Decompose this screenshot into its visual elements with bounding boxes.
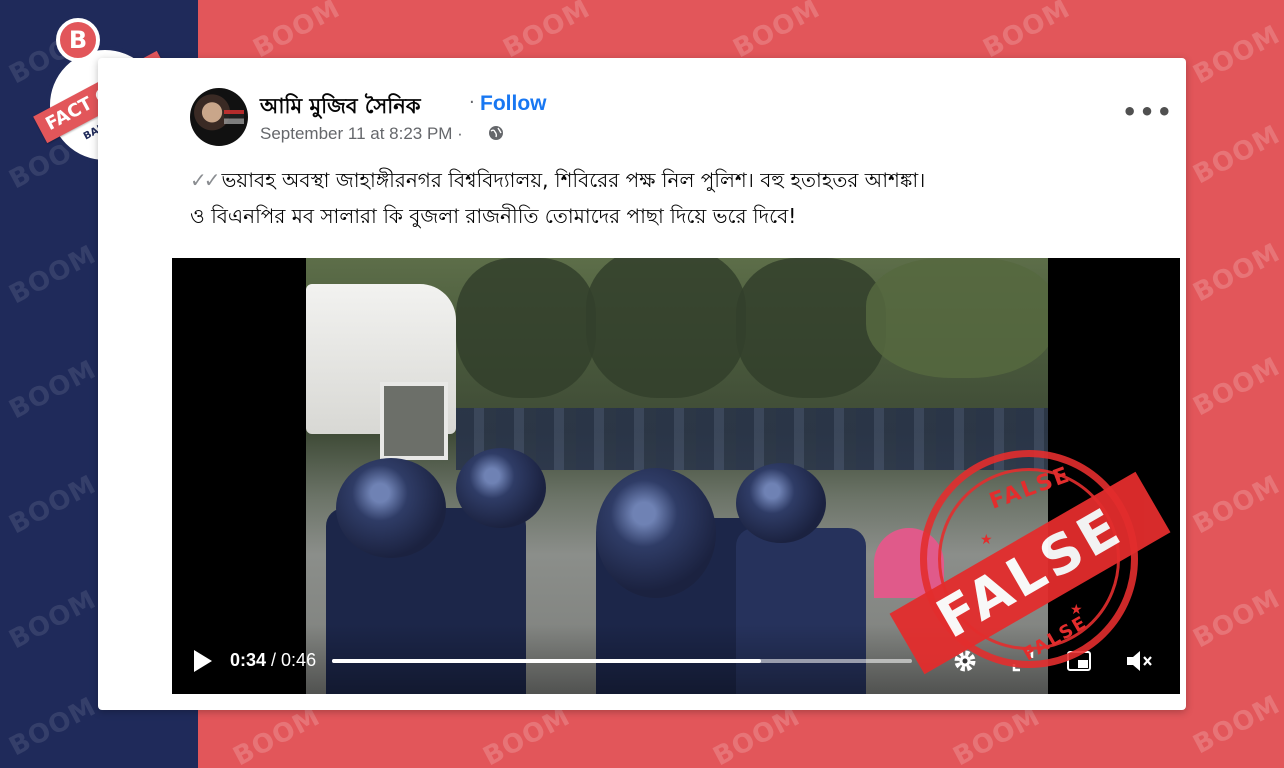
- gear-icon[interactable]: [952, 648, 978, 674]
- riot-helmet: [456, 448, 546, 528]
- post-line-1-text: ভয়াবহ অবস্থা জাহাঙ্গীরনগর বিশ্ববিদ্যালয…: [221, 168, 926, 192]
- avatar-decoration: [224, 110, 244, 124]
- name-separator: ·: [469, 92, 475, 113]
- follow-button[interactable]: Follow: [480, 92, 547, 116]
- police-van: [306, 284, 456, 460]
- riot-helmet: [596, 468, 716, 598]
- video-time: 0:34 / 0:46: [230, 650, 316, 671]
- video-progress-fill: [332, 659, 762, 663]
- riot-helmet: [336, 458, 446, 558]
- fact-check-graphic: BOOM BOOM BOOM BOOM BOOM BOOM BOOM BOOM …: [0, 0, 1284, 768]
- current-time: 0:34: [230, 650, 267, 670]
- play-icon[interactable]: [194, 650, 212, 672]
- tree-foliage: [736, 258, 886, 398]
- post-line-2: ও বিএনপির মব সালারা কি বুজলা রাজনীতি তোম…: [190, 204, 797, 228]
- police-crowd: [456, 408, 1048, 470]
- boom-b-logo: B: [56, 18, 100, 62]
- tree-foliage: [586, 258, 746, 398]
- author-name[interactable]: আমি মুজিব সৈনিক: [260, 90, 421, 125]
- video-duration: 0:46: [281, 650, 317, 670]
- fullscreen-icon[interactable]: [1012, 650, 1034, 672]
- tree-foliage: [866, 258, 1048, 378]
- picture-in-picture-icon[interactable]: [1066, 650, 1092, 672]
- person-pink-shirt: [874, 528, 944, 598]
- van-window: [380, 382, 448, 460]
- more-options-icon[interactable]: •••: [1122, 100, 1174, 124]
- facebook-post-card: আমি মুজিব সৈনিক · Follow September 11 at…: [98, 58, 1186, 710]
- post-text: ✓✓ ভয়াবহ অবস্থা জাহাঙ্গীরনগর বিশ্ববিদ্যা…: [190, 162, 1150, 234]
- tree-foliage: [456, 258, 596, 398]
- check-marks-emoji: ✓✓: [190, 168, 220, 192]
- video-player[interactable]: 24 0:34 / 0:46: [172, 258, 1180, 694]
- globe-icon: [489, 126, 503, 140]
- muted-speaker-icon[interactable]: [1124, 648, 1154, 674]
- riot-helmet: [736, 463, 826, 543]
- author-avatar[interactable]: [190, 88, 248, 146]
- post-line-1: ✓✓ ভয়াবহ অবস্থা জাহাঙ্গীরনগর বিশ্ববিদ্যা…: [190, 162, 1150, 198]
- time-separator: /: [266, 650, 282, 670]
- post-timestamp[interactable]: September 11 at 8:23 PM ·: [260, 124, 463, 144]
- video-progress-bar[interactable]: [332, 659, 912, 663]
